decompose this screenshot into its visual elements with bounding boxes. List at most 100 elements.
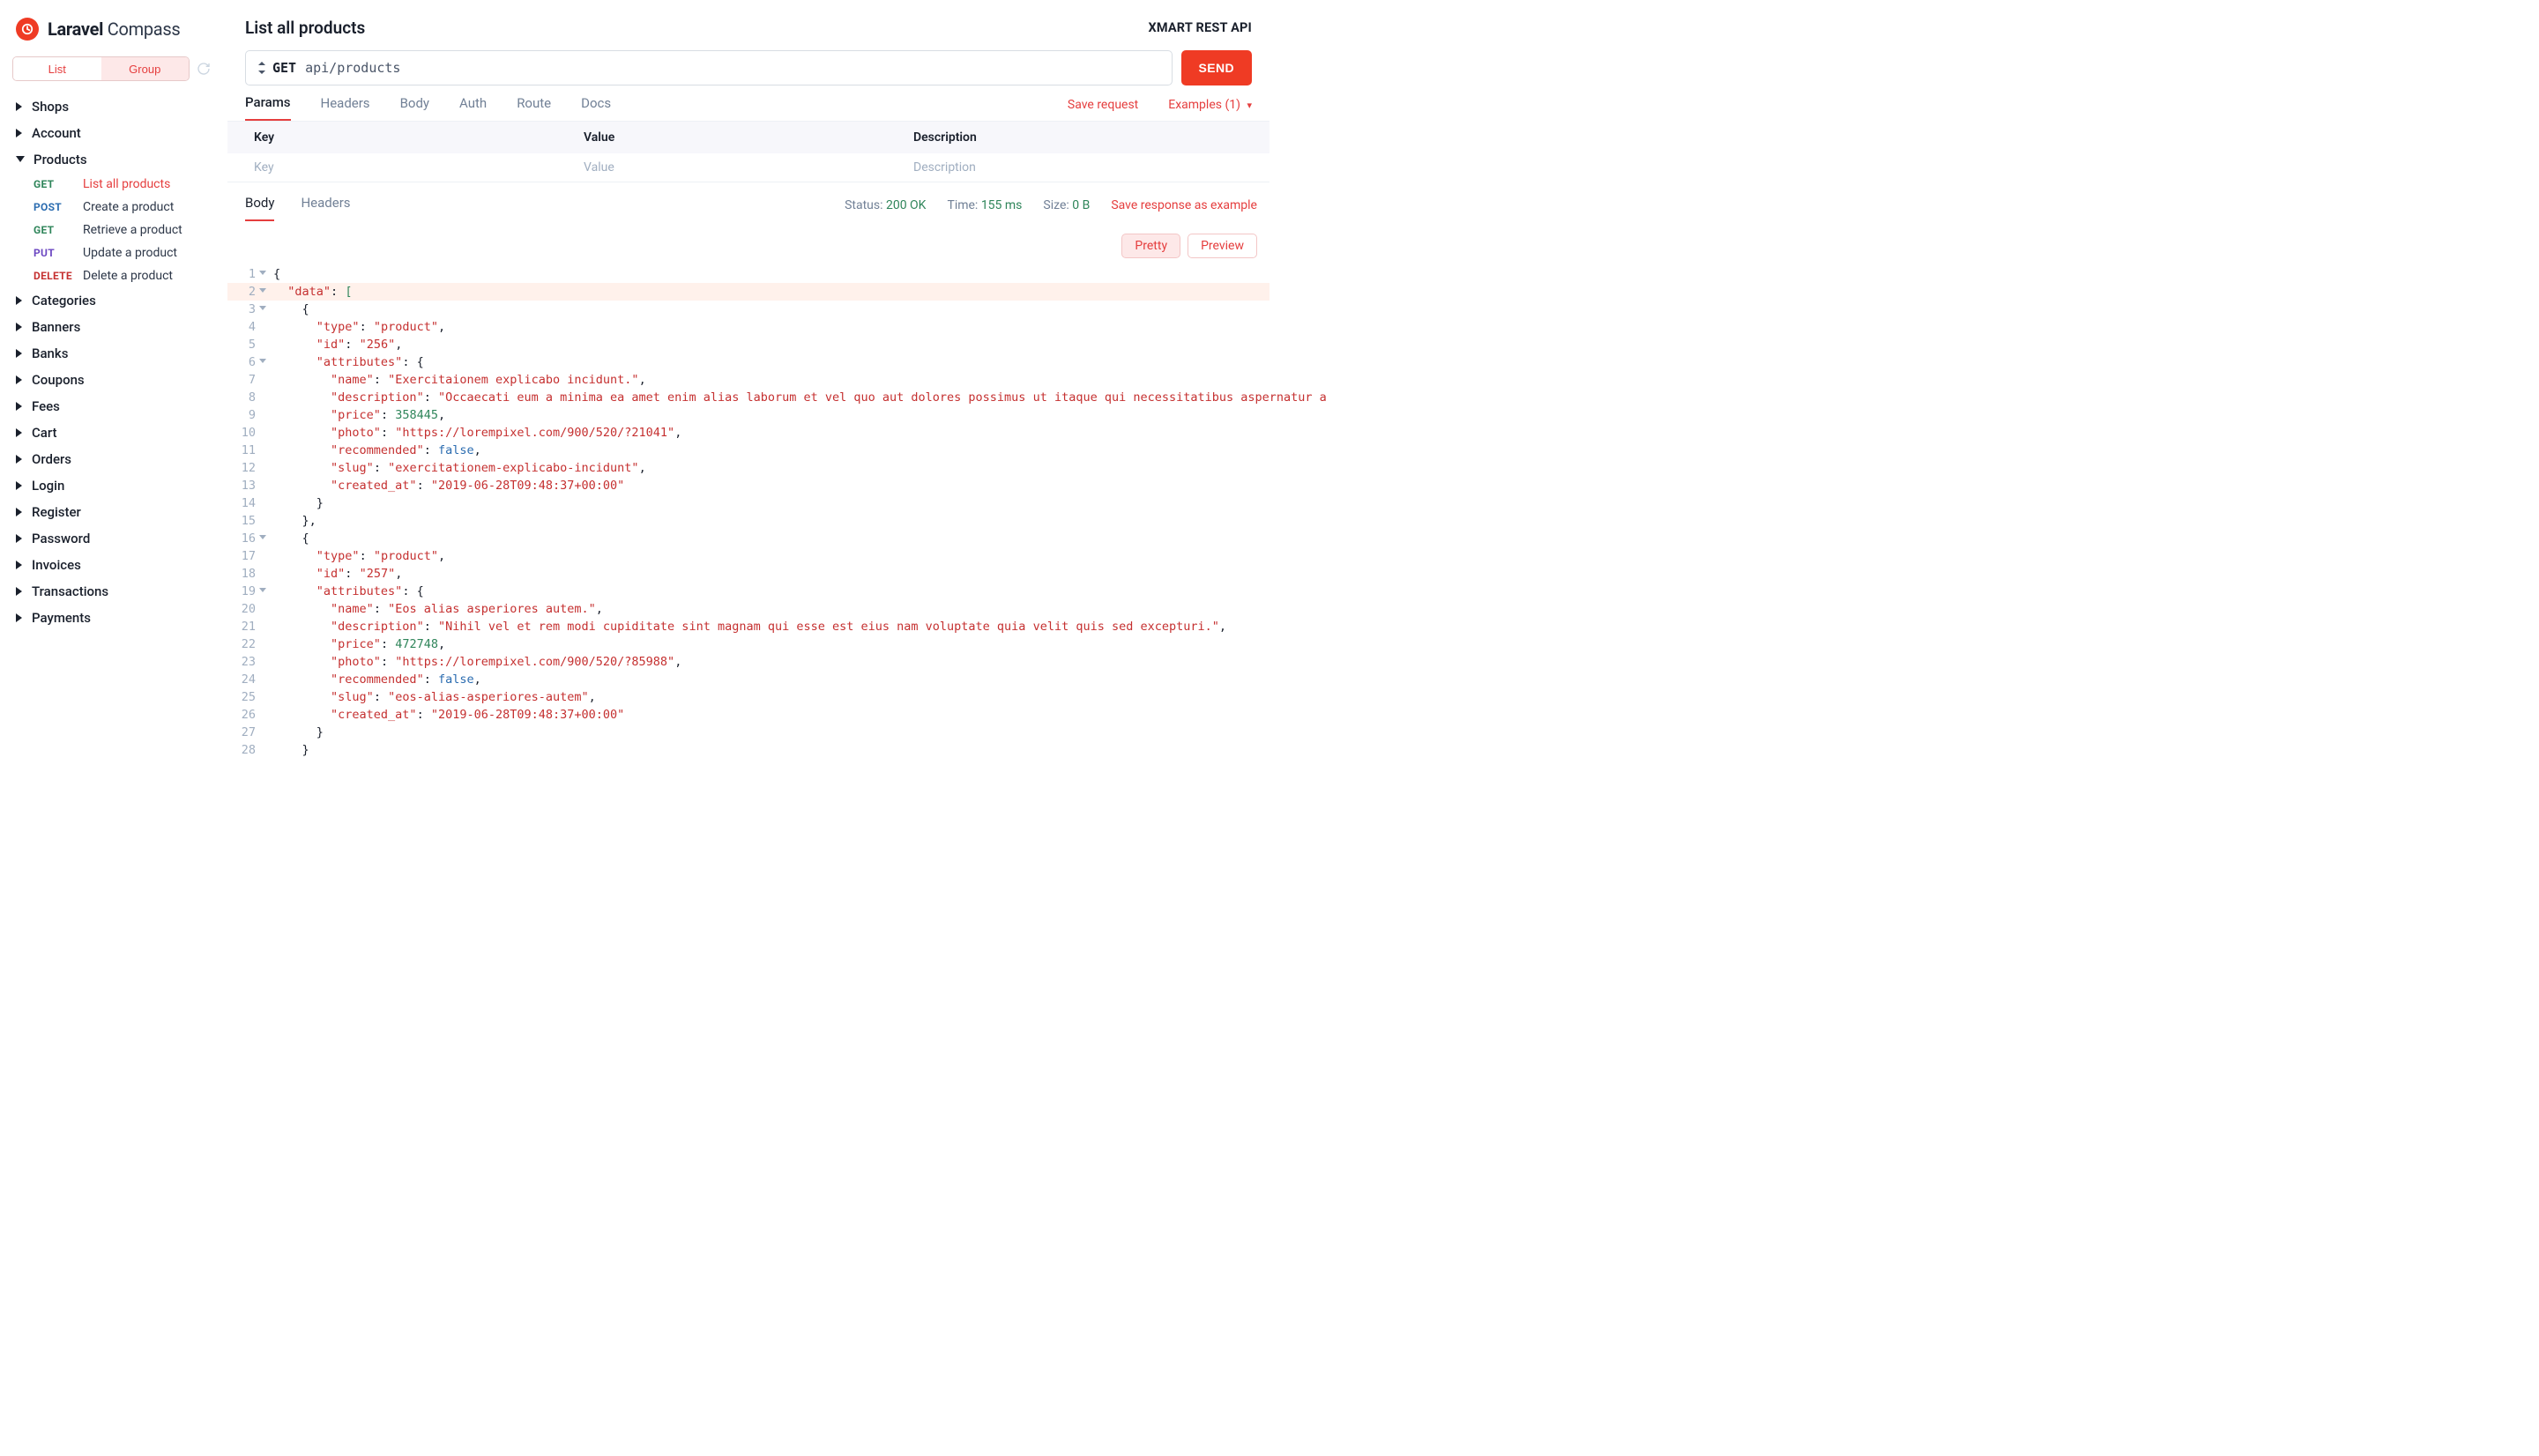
fold-icon[interactable]	[259, 359, 266, 363]
caret-right-icon	[16, 534, 23, 543]
line-number: 26	[227, 706, 263, 724]
save-request-link[interactable]: Save request	[1068, 98, 1138, 117]
line-number: 11	[227, 442, 263, 459]
tab-headers[interactable]: Headers	[321, 95, 370, 120]
sidebar-item-label: Categories	[32, 293, 96, 308]
sidebar-item-label: Cart	[32, 425, 57, 441]
examples-link[interactable]: Examples (1) ▾	[1168, 98, 1252, 117]
code-line: 11 "recommended": false,	[227, 442, 1270, 459]
view-preview[interactable]: Preview	[1188, 234, 1257, 258]
endpoint-method: DELETE	[34, 270, 83, 282]
sidebar-item-account[interactable]: Account	[0, 120, 227, 146]
sidebar-item-label: Login	[32, 478, 64, 494]
sidebar-item-label: Banners	[32, 319, 80, 335]
line-number: 1	[227, 265, 263, 283]
code-line: 5 "id": "256",	[227, 336, 1270, 353]
send-button[interactable]: SEND	[1181, 50, 1253, 85]
sidebar-item-payments[interactable]: Payments	[0, 605, 227, 631]
sidebar-item-coupons[interactable]: Coupons	[0, 367, 227, 393]
code-text: "name": "Exercitaionem explicabo incidun…	[263, 371, 646, 389]
examples-label: Examples (1)	[1168, 98, 1240, 112]
code-line: 13 "created_at": "2019-06-28T09:48:37+00…	[227, 477, 1270, 494]
line-number: 19	[227, 583, 263, 600]
response-bar: Body Headers Status: 200 OK Time: 155 ms…	[227, 182, 1270, 221]
sidebar-item-login[interactable]: Login	[0, 472, 227, 499]
code-line: 25 "slug": "eos-alias-asperiores-autem",	[227, 688, 1270, 706]
endpoint-label: Retrieve a product	[83, 223, 223, 237]
code-line: 23 "photo": "https://lorempixel.com/900/…	[227, 653, 1270, 671]
fold-icon[interactable]	[259, 288, 266, 293]
toggle-group[interactable]: Group	[101, 57, 190, 80]
tab-docs[interactable]: Docs	[581, 95, 611, 120]
list-group-toggle: List Group	[0, 56, 227, 93]
params-table-row[interactable]: Key Value Description	[227, 153, 1270, 182]
main: List all products XMART REST API GET api…	[227, 0, 1270, 728]
resp-tab-headers[interactable]: Headers	[301, 189, 350, 221]
caret-right-icon	[16, 481, 23, 490]
code-line: 20 "name": "Eos alias asperiores autem."…	[227, 600, 1270, 618]
endpoint-item[interactable]: GETRetrieve a product	[30, 219, 227, 241]
tab-body[interactable]: Body	[400, 95, 429, 120]
brand: Laravel Compass	[0, 11, 227, 56]
sidebar-item-orders[interactable]: Orders	[0, 446, 227, 472]
params-desc-input[interactable]: Description	[913, 160, 1243, 175]
sidebar-item-label: Products	[34, 152, 87, 167]
fold-icon[interactable]	[259, 306, 266, 310]
endpoint-item[interactable]: PUTUpdate a product	[30, 241, 227, 264]
view-pretty[interactable]: Pretty	[1121, 234, 1180, 258]
sidebar-item-banners[interactable]: Banners	[0, 314, 227, 340]
code-text: "type": "product",	[263, 318, 445, 336]
resp-tab-body[interactable]: Body	[245, 189, 274, 221]
params-col-value: Value	[584, 130, 913, 145]
method-selector[interactable]: GET	[257, 60, 296, 76]
code-text: "price": 472748,	[263, 635, 445, 653]
sidebar-item-cart[interactable]: Cart	[0, 420, 227, 446]
code-text: },	[263, 512, 316, 530]
code-line: 2 "data": [	[227, 283, 1270, 301]
tab-params[interactable]: Params	[245, 94, 291, 121]
response-body-code[interactable]: 1{2 "data": [3 {4 "type": "product",5 "i…	[227, 265, 1270, 759]
sidebar-item-categories[interactable]: Categories	[0, 287, 227, 314]
code-line: 16 {	[227, 530, 1270, 547]
line-number: 4	[227, 318, 263, 336]
sidebar-item-register[interactable]: Register	[0, 499, 227, 525]
code-text: {	[263, 530, 309, 547]
reload-icon[interactable]	[193, 58, 214, 79]
code-line: 7 "name": "Exercitaionem explicabo incid…	[227, 371, 1270, 389]
endpoint-item[interactable]: GETList all products	[30, 173, 227, 196]
save-response-link[interactable]: Save response as example	[1111, 198, 1257, 212]
fold-icon[interactable]	[259, 588, 266, 592]
line-number: 28	[227, 741, 263, 759]
fold-icon[interactable]	[259, 535, 266, 539]
view-switch: Pretty Preview	[227, 221, 1270, 265]
toggle-list[interactable]: List	[13, 57, 101, 80]
line-number: 12	[227, 459, 263, 477]
url-box[interactable]: GET api/products	[245, 50, 1173, 85]
endpoint-item[interactable]: POSTCreate a product	[30, 196, 227, 219]
brand-logo-icon	[16, 18, 39, 41]
params-key-input[interactable]: Key	[254, 160, 584, 175]
sidebar-item-transactions[interactable]: Transactions	[0, 578, 227, 605]
code-text: }	[263, 741, 309, 759]
brand-light: Compass	[108, 19, 181, 40]
caret-right-icon	[16, 296, 23, 305]
sidebar-item-password[interactable]: Password	[0, 525, 227, 552]
code-text: "recommended": false,	[263, 442, 481, 459]
code-text: "slug": "eos-alias-asperiores-autem",	[263, 688, 596, 706]
endpoint-item[interactable]: DELETEDelete a product	[30, 264, 227, 287]
tab-route[interactable]: Route	[517, 95, 551, 120]
fold-icon[interactable]	[259, 271, 266, 275]
sidebar-item-label: Password	[32, 531, 90, 546]
code-text: "data": [	[263, 283, 352, 301]
sidebar-item-fees[interactable]: Fees	[0, 393, 227, 420]
tab-auth[interactable]: Auth	[459, 95, 487, 120]
sidebar-item-shops[interactable]: Shops	[0, 93, 227, 120]
line-number: 21	[227, 618, 263, 635]
params-value-input[interactable]: Value	[584, 160, 913, 175]
caret-down-icon	[16, 156, 25, 163]
line-number: 23	[227, 653, 263, 671]
code-text: "photo": "https://lorempixel.com/900/520…	[263, 424, 681, 442]
sidebar-item-invoices[interactable]: Invoices	[0, 552, 227, 578]
sidebar-item-products[interactable]: Products	[0, 146, 227, 173]
sidebar-item-banks[interactable]: Banks	[0, 340, 227, 367]
